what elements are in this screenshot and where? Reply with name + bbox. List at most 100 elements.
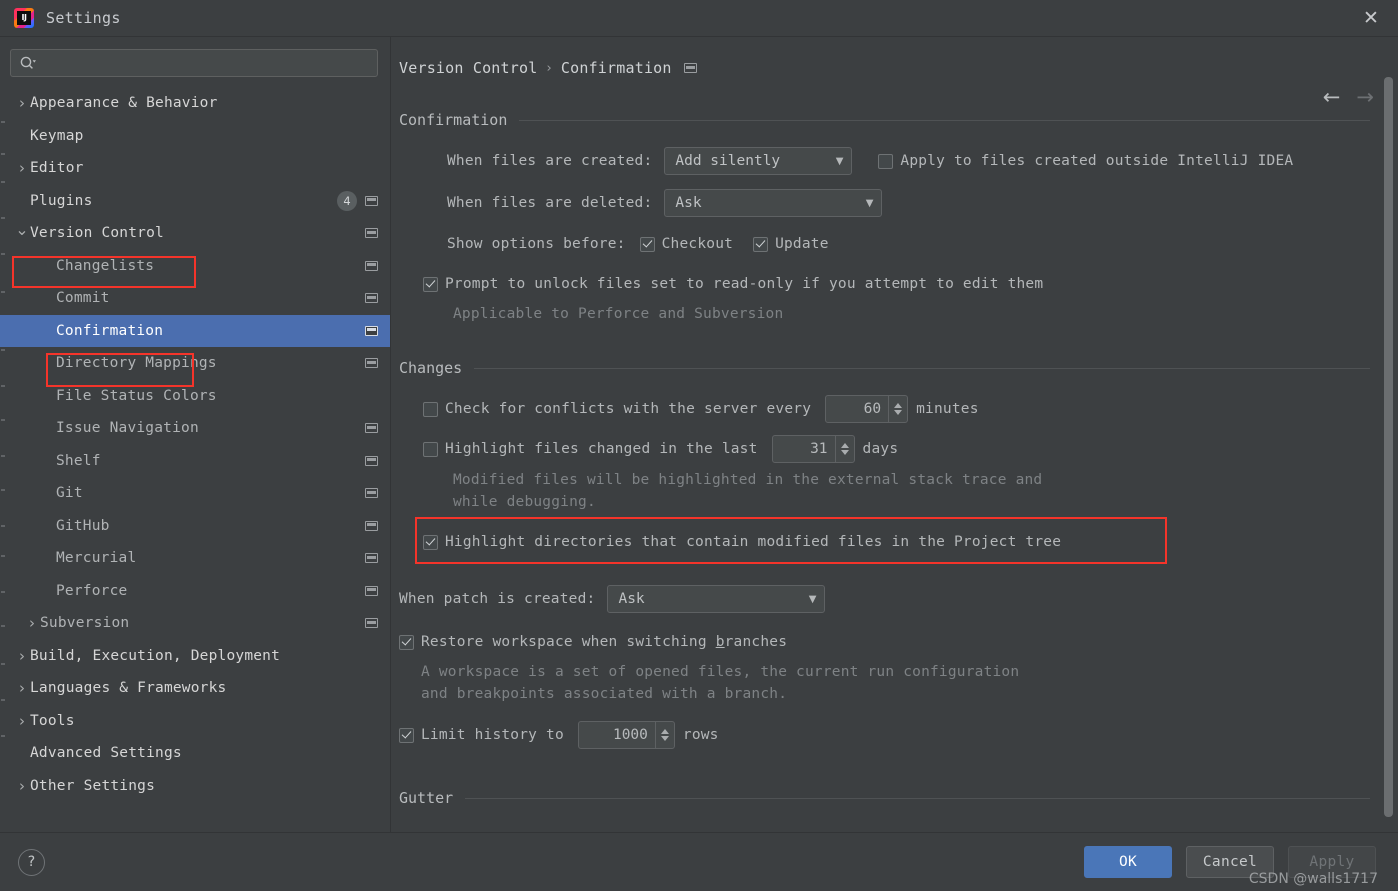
sidebar-item-git[interactable]: Git — [0, 477, 390, 510]
spinner-buttons[interactable] — [654, 722, 674, 748]
restore-workspace-hint-line2: and breakpoints associated with a branch… — [421, 686, 788, 702]
sidebar-item-label: Directory Mappings — [56, 355, 217, 372]
sidebar-item-commit[interactable]: Commit — [0, 282, 390, 315]
sidebar-item-mercurial[interactable]: Mercurial — [0, 542, 390, 575]
apply-outside-label: Apply to files created outside IntelliJ … — [900, 153, 1294, 169]
spinner-down-icon[interactable] — [840, 450, 849, 455]
spinner-up-icon[interactable] — [894, 403, 903, 408]
sidebar-item-label: Appearance & Behavior — [30, 95, 218, 112]
sidebar-item-tools[interactable]: › Tools — [0, 705, 390, 738]
apply-outside-checkbox[interactable]: Apply to files created outside IntelliJ … — [878, 153, 1293, 169]
sidebar-item-issue-navigation[interactable]: Issue Navigation — [0, 412, 390, 445]
sidebar-item-label: Build, Execution, Deployment — [30, 647, 281, 664]
group-divider — [519, 119, 1370, 121]
chevron-down-icon: ▼ — [808, 593, 817, 605]
group-changes: Changes — [399, 359, 1398, 377]
chevron-right-icon[interactable]: › — [14, 679, 30, 697]
check-conflicts-spinner[interactable]: 60 — [825, 395, 909, 423]
spinner-up-icon[interactable] — [840, 443, 849, 448]
checkbox-box — [423, 441, 438, 457]
help-button[interactable]: ? — [18, 848, 45, 876]
arrow-right-icon[interactable]: → — [1356, 87, 1374, 108]
sidebar-item-languages-frameworks[interactable]: › Languages & Frameworks — [0, 672, 390, 705]
when-patch-created-dropdown[interactable]: Ask ▼ — [607, 585, 826, 613]
window-icon — [365, 358, 378, 369]
group-title-confirmation: Confirmation — [399, 111, 508, 129]
chevron-down-icon[interactable]: ⌄ — [14, 222, 30, 239]
sidebar-item-advanced-settings[interactable]: Advanced Settings — [0, 737, 390, 770]
check-conflicts-checkbox[interactable]: Check for conflicts with the server ever… — [423, 401, 811, 417]
highlight-changed-value: 31 — [810, 441, 828, 457]
window-icon — [365, 520, 378, 531]
row-prompt-unlock: Prompt to unlock files set to read-only … — [399, 271, 1398, 297]
restore-workspace-label-a: Restore workspace when switching — [421, 634, 716, 650]
spinner-down-icon[interactable] — [894, 410, 903, 415]
sidebar-item-editor[interactable]: › Editor — [0, 152, 390, 185]
highlight-changed-hint-line1: Modified files will be highlighted in th… — [453, 472, 1043, 488]
spinner-buttons[interactable] — [888, 396, 907, 422]
when-files-created-dropdown[interactable]: Add silently ▼ — [664, 147, 853, 175]
highlight-directories-checkbox[interactable]: Highlight directories that contain modif… — [423, 534, 1061, 550]
sidebar-item-version-control[interactable]: ⌄ Version Control — [0, 217, 390, 250]
sidebar-item-subversion[interactable]: › Subversion — [0, 607, 390, 640]
limit-history-checkbox[interactable]: Limit history to — [399, 727, 564, 743]
prompt-unlock-checkbox[interactable]: Prompt to unlock files set to read-only … — [423, 276, 1043, 292]
search-input[interactable] — [10, 49, 378, 77]
update-label: Update — [775, 236, 829, 252]
chevron-right-icon[interactable]: › — [14, 94, 30, 112]
dialog-body: › Appearance & Behavior Keymap › Editor Plugi… — [0, 37, 1398, 832]
window-icon — [683, 63, 697, 73]
sidebar-item-directory-mappings[interactable]: Directory Mappings — [0, 347, 390, 380]
spinner-down-icon[interactable] — [660, 736, 669, 741]
group-gutter: Gutter — [399, 789, 1398, 807]
update-checkbox[interactable]: Update — [753, 236, 829, 252]
checkout-label: Checkout — [661, 236, 734, 252]
checkbox-box — [399, 634, 414, 650]
sidebar-item-perforce[interactable]: Perforce — [0, 575, 390, 608]
restore-workspace-checkbox[interactable]: Restore workspace when switching branche… — [399, 634, 787, 650]
checkout-checkbox[interactable]: Checkout — [639, 236, 734, 252]
spinner-buttons[interactable] — [834, 436, 854, 462]
window-title: Settings — [46, 9, 121, 27]
sidebar-item-appearance-behavior[interactable]: › Appearance & Behavior — [0, 87, 390, 120]
ok-button[interactable]: OK — [1084, 846, 1172, 878]
sidebar-item-file-status-colors[interactable]: File Status Colors — [0, 380, 390, 413]
breadcrumb: Version Control › Confirmation — [391, 37, 1398, 81]
close-icon[interactable]: ✕ — [1354, 3, 1388, 33]
content-scrollbar[interactable] — [1384, 77, 1393, 817]
sidebar-item-label: Perforce — [56, 582, 128, 599]
nav-arrows: ← → — [1323, 87, 1374, 108]
arrow-left-icon[interactable]: ← — [1323, 87, 1341, 108]
breadcrumb-root[interactable]: Version Control — [399, 59, 537, 77]
sidebar-item-build-execution-deployment[interactable]: › Build, Execution, Deployment — [0, 640, 390, 673]
sidebar-item-label: Confirmation — [56, 322, 164, 339]
chevron-right-icon[interactable]: › — [14, 712, 30, 730]
sidebar-item-label: Editor — [30, 160, 84, 177]
chevron-right-icon[interactable]: › — [24, 614, 40, 632]
sidebar-item-other-settings[interactable]: › Other Settings — [0, 770, 390, 803]
chevron-right-icon[interactable]: › — [14, 647, 30, 665]
sidebar-item-keymap[interactable]: Keymap — [0, 120, 390, 153]
sidebar-item-github[interactable]: GitHub — [0, 510, 390, 543]
highlight-changed-spinner[interactable]: 31 — [771, 435, 855, 463]
spinner-up-icon[interactable] — [660, 729, 669, 734]
limit-history-spinner[interactable]: 1000 — [577, 721, 675, 749]
when-files-deleted-dropdown[interactable]: Ask ▼ — [664, 189, 883, 217]
dialog-footer: ? OK Cancel Apply CSDN @walls1717 — [0, 832, 1398, 891]
chevron-right-icon[interactable]: › — [14, 777, 30, 795]
sidebar-item-label: Issue Navigation — [56, 420, 199, 437]
limit-history-unit: rows — [682, 727, 719, 743]
sidebar-item-plugins[interactable]: Plugins 4 — [0, 185, 390, 218]
restore-workspace-label-b: ranches — [724, 634, 788, 650]
settings-content: Version Control › Confirmation ← → Confi… — [391, 37, 1398, 832]
window-icon — [365, 195, 378, 206]
sidebar-item-shelf[interactable]: Shelf — [0, 445, 390, 478]
checkbox-box — [399, 727, 414, 743]
highlight-changed-checkbox[interactable]: Highlight files changed in the last — [423, 441, 758, 457]
sidebar-item-confirmation[interactable]: Confirmation — [0, 314, 390, 347]
chevron-right-icon[interactable]: › — [14, 159, 30, 177]
group-title-changes: Changes — [399, 359, 463, 377]
search-area — [0, 37, 390, 85]
highlight-directories-label: Highlight directories that contain modif… — [445, 534, 1062, 550]
sidebar-item-changelists[interactable]: Changelists — [0, 250, 390, 283]
